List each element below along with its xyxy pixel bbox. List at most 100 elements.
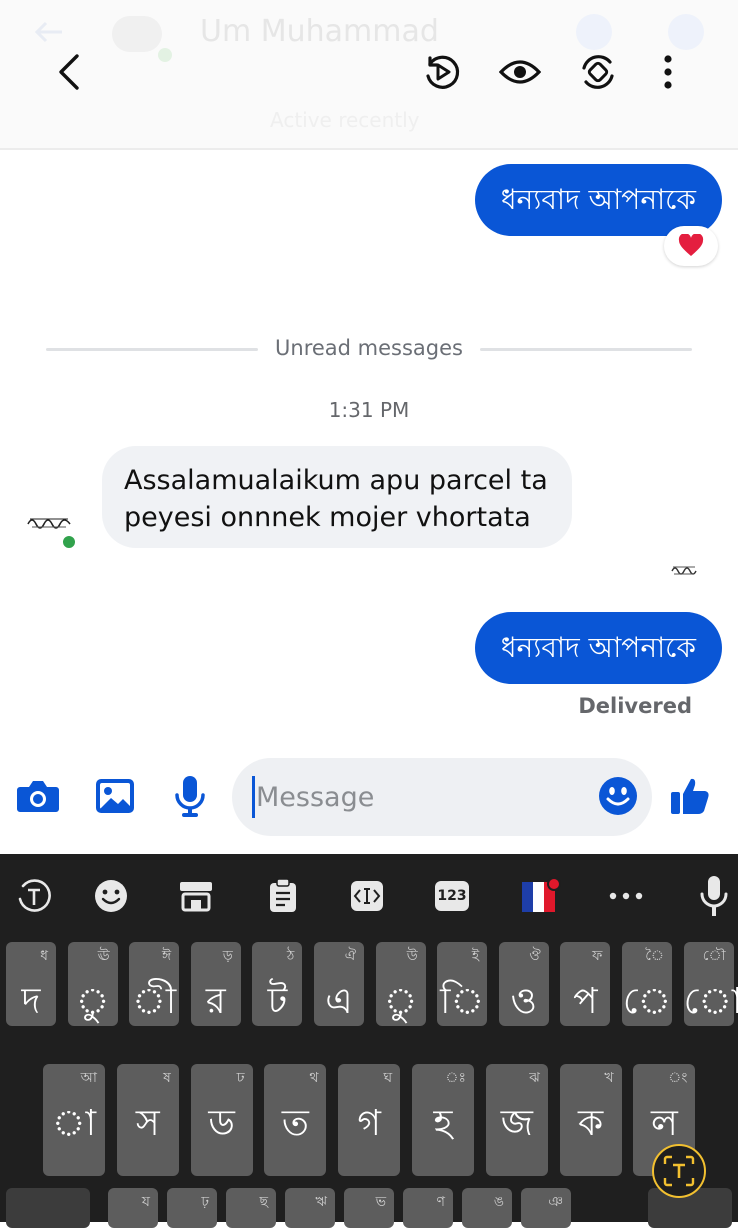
key-r1-2[interactable]: ঊু xyxy=(67,942,118,1026)
ghost-call-icon xyxy=(576,14,612,50)
key-r2-4[interactable]: থত xyxy=(264,1064,327,1176)
key-secondary-label: ঈ xyxy=(162,948,172,964)
key-secondary-label: ঘ xyxy=(383,1070,393,1086)
key-secondary-label: ৈ xyxy=(645,948,664,964)
key-r1-4[interactable]: ড় র xyxy=(190,942,241,1026)
camera-icon[interactable] xyxy=(14,772,62,820)
key-primary-label: ু xyxy=(383,981,418,1022)
key-secondary-label: উ xyxy=(406,948,418,964)
ghost-info-icon xyxy=(668,14,704,50)
key-r1-10[interactable]: ফপ xyxy=(560,942,611,1026)
key-secondary-label: ঊ xyxy=(97,948,110,964)
more-tools-icon[interactable] xyxy=(604,874,648,918)
message-input-box[interactable] xyxy=(232,758,652,836)
key-r3-4[interactable]: ঋ xyxy=(285,1188,335,1228)
key-r3-7[interactable]: ঙ xyxy=(462,1188,512,1228)
scan-text-button[interactable] xyxy=(652,1144,706,1198)
back-arrow-icon[interactable] xyxy=(48,50,92,94)
key-primary-label: া xyxy=(51,1103,97,1144)
eye-icon[interactable] xyxy=(498,50,542,94)
seen-avatar xyxy=(670,562,698,576)
key-secondary-label: ধ xyxy=(40,948,48,964)
key-r1-5[interactable]: ঠট xyxy=(252,942,303,1026)
key-r3-3[interactable]: ছ xyxy=(226,1188,276,1228)
key-r3-6[interactable]: ণ xyxy=(403,1188,453,1228)
more-options-icon[interactable] xyxy=(646,50,690,94)
contact-avatar[interactable] xyxy=(112,16,162,52)
key-primary-label: ট xyxy=(267,981,288,1022)
key-r2-2[interactable]: ষস xyxy=(116,1064,179,1176)
text-editing-icon[interactable] xyxy=(345,874,389,918)
screen-record-icon[interactable] xyxy=(420,50,464,94)
text-tools-icon[interactable] xyxy=(12,874,56,918)
incoming-message-line: peyesi onnnek mojer vhortata xyxy=(124,502,531,533)
key-primary-label: গ xyxy=(357,1103,381,1144)
key-r1-6[interactable]: ঐএ xyxy=(314,942,364,1026)
rotate-icon[interactable] xyxy=(576,50,620,94)
outgoing-message-bubble[interactable]: ধন্যবাদ আপনাকে xyxy=(474,612,722,684)
heart-reaction-icon[interactable] xyxy=(664,226,718,266)
key-r1-3[interactable]: ঈী xyxy=(129,942,180,1026)
voice-input-icon[interactable] xyxy=(692,874,736,918)
key-primary-label: এ xyxy=(325,981,353,1022)
incoming-message-line: Assalamualaikum apu parcel ta xyxy=(124,465,548,496)
unread-divider-line-right xyxy=(480,348,692,351)
numeric-keypad-button[interactable]: 123 xyxy=(430,874,474,918)
key-r1-8[interactable]: ইি xyxy=(437,942,488,1026)
key-r3-2[interactable]: ঢ় xyxy=(167,1188,217,1228)
key-primary-label: জ xyxy=(500,1103,533,1144)
shift-key[interactable] xyxy=(6,1188,90,1228)
sender-avatar[interactable] xyxy=(24,508,74,536)
key-r1-7[interactable]: উু xyxy=(375,942,426,1026)
key-r2-3[interactable]: ঢড xyxy=(190,1064,253,1176)
ghost-back-arrow-icon xyxy=(34,20,64,44)
key-r3-5[interactable]: ভ xyxy=(344,1188,394,1228)
gallery-icon[interactable] xyxy=(91,772,139,820)
language-flag-icon[interactable] xyxy=(518,874,562,918)
emoji-icon[interactable] xyxy=(594,772,642,820)
key-r3-1[interactable]: য xyxy=(108,1188,158,1228)
clipboard-icon[interactable] xyxy=(261,874,305,918)
key-r2-1[interactable]: আা xyxy=(43,1064,105,1176)
key-primary-label: ক xyxy=(578,1103,604,1144)
key-r2-6[interactable]: ঃ হ xyxy=(412,1064,474,1176)
key-secondary-label: ঢ় xyxy=(201,1194,209,1210)
microphone-icon[interactable] xyxy=(166,772,214,820)
key-r2-7[interactable]: ঝজ xyxy=(485,1064,548,1176)
store-icon[interactable] xyxy=(174,874,218,918)
key-secondary-label: খ xyxy=(604,1070,614,1086)
key-secondary-label: ণ xyxy=(436,1194,445,1210)
key-primary-label: দ xyxy=(21,981,41,1022)
delivery-status: Delivered xyxy=(578,694,692,718)
key-secondary-label: ভ xyxy=(375,1194,386,1210)
key-r1-12[interactable]: ৌো xyxy=(683,942,738,1026)
message-input[interactable] xyxy=(254,780,588,814)
key-r2-8[interactable]: খক xyxy=(559,1064,622,1176)
key-secondary-label: ঔ xyxy=(529,948,541,964)
key-secondary-label: ঠ xyxy=(286,948,295,964)
key-secondary-label: ঢ xyxy=(236,1070,245,1086)
key-primary-label: ি xyxy=(440,981,485,1022)
key-r2-5[interactable]: ঘগ xyxy=(338,1064,401,1176)
key-primary-label: ে xyxy=(622,981,672,1022)
key-secondary-label: ষ xyxy=(163,1070,171,1086)
key-primary-label: ড xyxy=(208,1103,235,1144)
key-primary-label: ো xyxy=(683,981,738,1022)
key-r3-8[interactable]: ঞ xyxy=(521,1188,571,1228)
key-r1-9[interactable]: ঔও xyxy=(498,942,549,1026)
contact-status: Active recently xyxy=(270,108,420,132)
key-primary-label: স xyxy=(135,1103,160,1144)
incoming-message-bubble[interactable]: Assalamualaikum apu parcel ta peyesi onn… xyxy=(102,446,572,548)
thumbs-up-icon[interactable] xyxy=(666,772,714,820)
key-r1-11[interactable]: ৈে xyxy=(622,942,672,1026)
sticker-emoji-icon[interactable] xyxy=(89,874,133,918)
contact-name[interactable]: Um Muhammad xyxy=(200,14,439,49)
key-secondary-label: ছ xyxy=(259,1194,268,1210)
key-secondary-label: ৌ xyxy=(702,948,726,964)
key-secondary-label: ঝ xyxy=(529,1070,540,1086)
unread-divider-line-left xyxy=(46,348,258,351)
key-primary-label: ু xyxy=(75,981,110,1022)
numeric-label: 123 xyxy=(435,881,469,911)
key-r1-1[interactable]: ধদ xyxy=(6,942,56,1026)
key-secondary-label: ড় xyxy=(222,948,233,964)
